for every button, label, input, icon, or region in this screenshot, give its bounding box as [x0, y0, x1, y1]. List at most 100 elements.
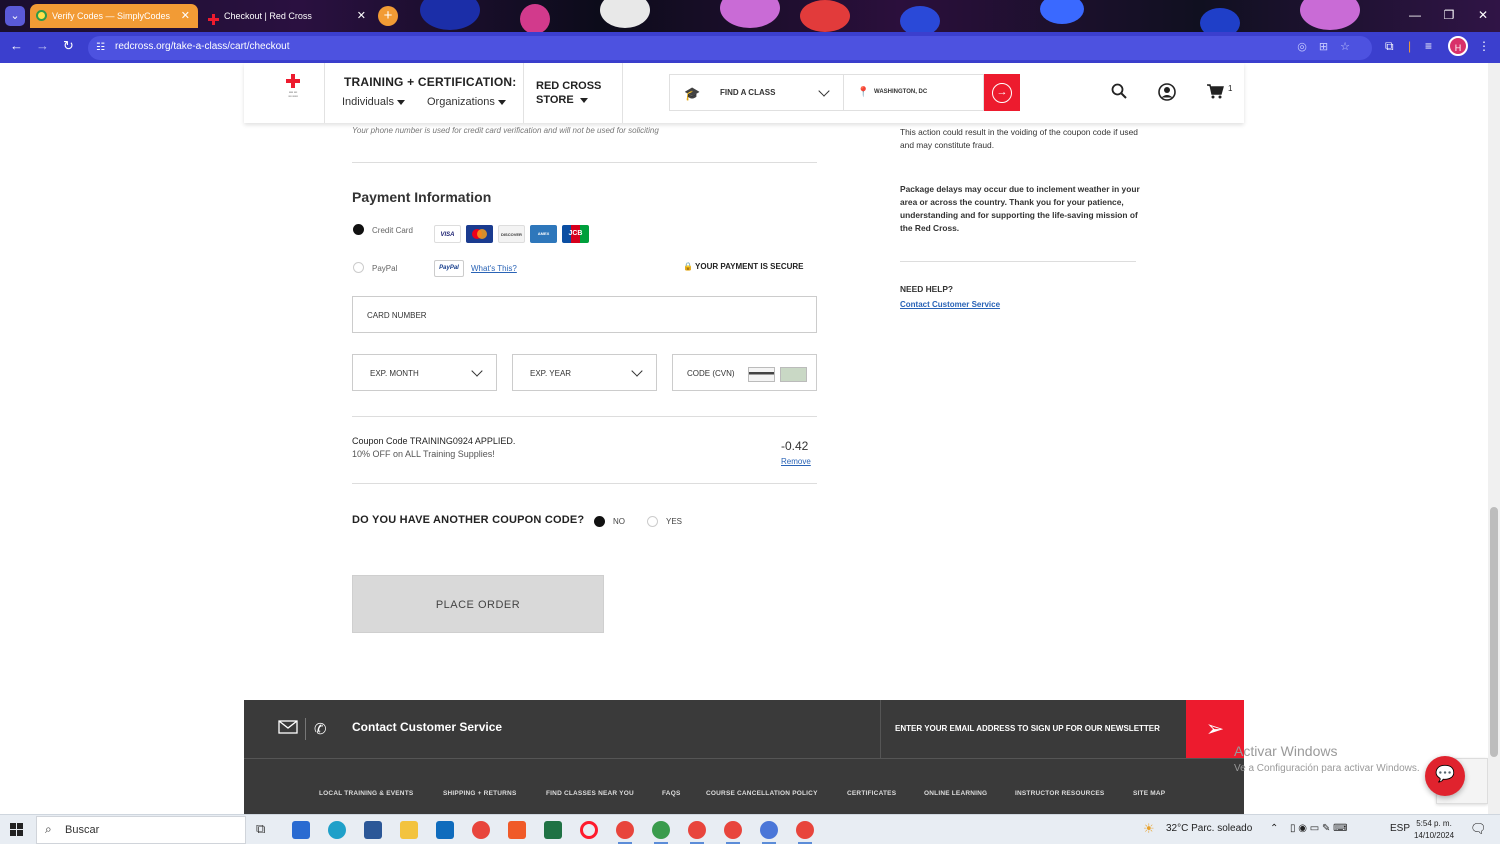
footer-link-faqs[interactable]: FAQS — [662, 790, 681, 797]
reload-icon[interactable]: ↻ — [63, 38, 74, 54]
chrome-profile-icon[interactable] — [796, 821, 814, 839]
microsoft-store-icon[interactable] — [292, 821, 310, 839]
tab-search-button[interactable]: ⌄ — [5, 6, 25, 26]
footer-link-shipping-returns[interactable]: SHIPPING + RETURNS — [443, 790, 517, 797]
opera-icon[interactable] — [580, 821, 598, 839]
back-arrow-icon[interactable]: ← — [10, 38, 23, 53]
search-icon[interactable] — [1111, 83, 1127, 104]
phone-icon[interactable]: ✆ — [314, 720, 327, 738]
cart-count-badge: 1 — [1228, 84, 1233, 93]
exp-month-select[interactable]: EXP. MONTH — [352, 354, 497, 391]
chrome-profile-icon[interactable] — [688, 821, 706, 839]
payment-secure-note: 🔒 YOUR PAYMENT IS SECURE — [683, 262, 804, 271]
file-explorer-icon[interactable] — [400, 821, 418, 839]
discover-card-icon: DISCOVER — [498, 225, 525, 243]
footer-link-cancellation-policy[interactable]: COURSE CANCELLATION POLICY — [706, 790, 818, 797]
tab-title: Verify Codes — SimplyCodes — [52, 11, 171, 21]
minimize-window-icon[interactable]: — — [1398, 0, 1432, 32]
paypal-radio[interactable] — [353, 262, 364, 273]
edge-browser-icon[interactable] — [328, 821, 346, 839]
close-tab-icon[interactable]: ✕ — [181, 4, 190, 28]
weather-icon[interactable]: ☀ — [1143, 821, 1155, 837]
address-bar[interactable]: ☷ redcross.org/take-a-class/cart/checkou… — [88, 36, 1372, 60]
tab-simplycodes[interactable]: Verify Codes — SimplyCodes ✕ — [30, 4, 198, 28]
cvn-code-input[interactable]: CODE (CVN) — [672, 354, 817, 391]
translate-icon[interactable]: ⊞ — [1319, 41, 1340, 53]
input-language[interactable]: ESP — [1390, 823, 1410, 834]
windows-activation-subtext: Ve a Configuración para activar Windows. — [1234, 763, 1420, 774]
location-input[interactable]: 📍 WASHINGTON, DC — [843, 74, 984, 111]
chrome-profile-icon[interactable] — [652, 821, 670, 839]
find-class-go-button[interactable]: → — [984, 74, 1020, 111]
paper-plane-icon: ➢ — [1205, 716, 1225, 741]
place-order-button[interactable]: PLACE ORDER — [352, 575, 604, 633]
footer-contact-customer-service[interactable]: Contact Customer Service — [352, 720, 502, 734]
new-tab-button[interactable]: + — [378, 6, 398, 26]
system-clock[interactable]: 5:54 p. m. 14/10/2024 — [1414, 818, 1454, 842]
footer-link-site-map[interactable]: SITE MAP — [1133, 790, 1165, 797]
close-window-icon[interactable]: ✕ — [1466, 0, 1500, 32]
footer-link-online-learning[interactable]: ONLINE LEARNING — [924, 790, 987, 797]
nav-individuals[interactable]: Individuals — [342, 96, 405, 108]
scrollbar-thumb[interactable] — [1490, 507, 1498, 757]
chrome-icon[interactable] — [472, 821, 490, 839]
coupon-description: 10% OFF on ALL Training Supplies! — [352, 449, 495, 459]
exp-year-select[interactable]: EXP. YEAR — [512, 354, 657, 391]
word-icon[interactable] — [364, 821, 382, 839]
tracking-icon[interactable]: ◎ — [1297, 41, 1319, 53]
footer-link-instructor-resources[interactable]: INSTRUCTOR RESOURCES — [1015, 790, 1104, 797]
newsletter-signup-input[interactable]: ENTER YOUR EMAIL ADDRESS TO SIGN UP FOR … — [895, 724, 1160, 733]
chrome-profile-icon[interactable] — [724, 821, 742, 839]
paypal-label: PayPal — [372, 264, 398, 273]
bookmark-star-icon[interactable]: ☆ — [1340, 41, 1362, 53]
footer-link-local-training[interactable]: LOCAL TRAINING & EVENTS — [319, 790, 413, 797]
nav-red-cross-store[interactable]: RED CROSS STORE — [536, 79, 601, 107]
no-label: NO — [613, 517, 625, 526]
task-view-icon[interactable]: ⧉ — [256, 821, 274, 839]
another-coupon-yes-radio[interactable] — [647, 516, 658, 527]
site-header: ▪▪▪▪ ▪▪▪ ▪▪▪ ▪▪▪▪▪ TRAINING + CERTIFICATI… — [244, 63, 1244, 123]
outlook-icon[interactable] — [436, 821, 454, 839]
notifications-icon[interactable]: 🗨 — [1470, 821, 1487, 837]
whats-this-link[interactable]: What's This? — [471, 264, 517, 273]
find-a-class-dropdown[interactable]: 🎓 FIND A CLASS — [669, 74, 844, 111]
url-text: redcross.org/take-a-class/cart/checkout — [115, 41, 290, 52]
chevron-up-icon[interactable]: ⌃ — [1270, 823, 1278, 834]
chat-button[interactable]: 💬 — [1425, 756, 1465, 796]
footer-link-find-classes[interactable]: FIND CLASSES NEAR YOU — [546, 790, 634, 797]
footer-link-certificates[interactable]: CERTIFICATES — [847, 790, 896, 797]
extensions-icon[interactable]: ⧉ — [1385, 39, 1394, 54]
weather-text[interactable]: 32°C Parc. soleado — [1166, 823, 1252, 834]
taskbar-search-box[interactable]: ⌕ Buscar — [36, 816, 246, 844]
remove-coupon-link[interactable]: Remove — [781, 457, 811, 466]
chrome-profile-icon[interactable] — [616, 821, 634, 839]
chrome-profile-icon[interactable] — [760, 821, 778, 839]
close-tab-icon[interactable]: ✕ — [357, 4, 366, 28]
tab-red-cross-checkout[interactable]: Checkout | Red Cross ✕ — [202, 4, 374, 28]
menu-dots-icon[interactable]: ⋮ — [1478, 39, 1490, 53]
site-info-icon[interactable]: ☷ — [96, 42, 108, 54]
page-scrollbar[interactable] — [1488, 63, 1500, 814]
cart-icon[interactable] — [1206, 83, 1224, 104]
another-coupon-no-radio[interactable] — [594, 516, 605, 527]
card-number-input[interactable]: CARD NUMBER — [352, 296, 817, 333]
forward-arrow-icon[interactable]: → — [36, 38, 49, 53]
card-back-icon — [748, 367, 775, 382]
contact-customer-service-link[interactable]: Contact Customer Service — [900, 300, 1000, 309]
restore-window-icon[interactable]: ❐ — [1432, 0, 1466, 32]
mail-icon[interactable] — [278, 720, 298, 738]
browser-tab-bar: ⌄ Verify Codes — SimplyCodes ✕ Checkout … — [0, 0, 1500, 32]
account-icon[interactable] — [1158, 83, 1176, 106]
credit-card-radio[interactable] — [353, 224, 364, 235]
location-pin-icon: 📍 — [857, 87, 870, 98]
tray-icons[interactable]: ▯ ◉ ▭ ✎ ⌨ — [1290, 823, 1348, 834]
media-control-icon[interactable]: ≡ — [1425, 39, 1432, 53]
profile-avatar[interactable]: H — [1448, 36, 1468, 56]
nav-organizations[interactable]: Organizations — [427, 96, 506, 108]
divider — [352, 162, 817, 163]
windows-start-icon[interactable] — [10, 823, 24, 837]
excel-icon[interactable] — [544, 821, 562, 839]
red-cross-logo[interactable]: ▪▪▪▪ ▪▪▪ ▪▪▪ ▪▪▪▪▪ — [278, 72, 308, 108]
search-icon: ⌕ — [45, 822, 52, 836]
brave-icon[interactable] — [508, 821, 526, 839]
